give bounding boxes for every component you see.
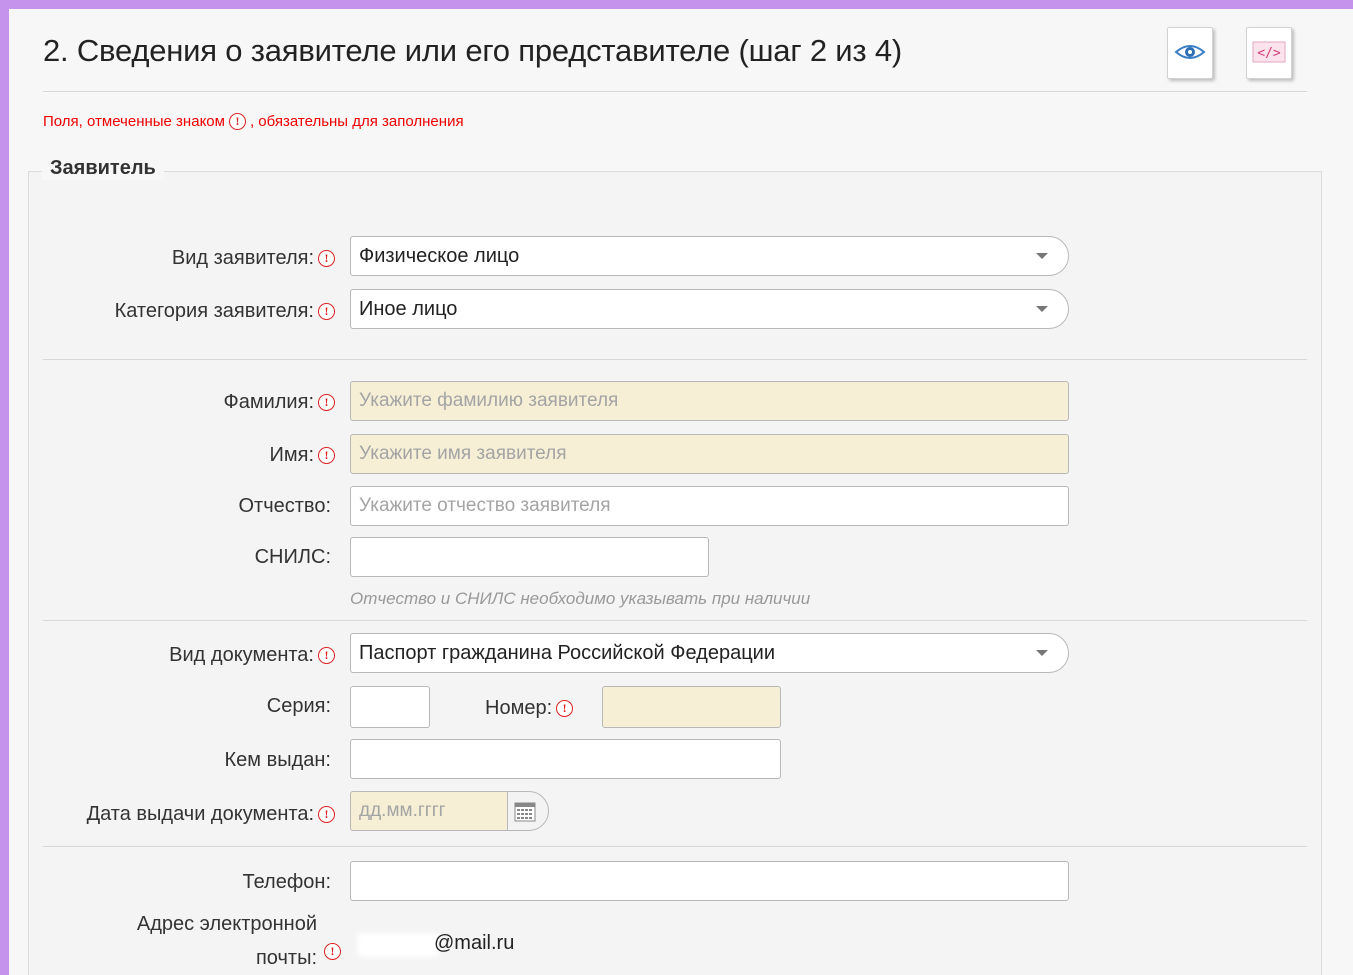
required-mark-icon: !	[318, 446, 335, 464]
snils-input[interactable]	[350, 537, 709, 577]
first-name-label: Имя: !	[269, 440, 335, 470]
last-name-label: Фамилия: !	[224, 387, 335, 417]
document-type-select[interactable]: Паспорт гражданина Российской Федерации	[350, 633, 1069, 673]
required-note-prefix: Поля, отмеченные знаком	[43, 113, 225, 130]
chevron-down-icon[interactable]	[1036, 650, 1048, 656]
last-name-placeholder: Укажите фамилию заявителя	[359, 390, 619, 411]
email-label-line2: почты:	[255, 947, 317, 969]
required-mark-icon: !	[318, 302, 335, 320]
required-mark-icon: !	[324, 943, 341, 960]
calendar-button[interactable]	[507, 791, 549, 831]
series-label-text: Серия:	[266, 694, 331, 717]
required-mark-icon: !	[228, 113, 246, 130]
patronymic-label-text: Отчество:	[238, 494, 332, 517]
phone-input[interactable]	[350, 861, 1069, 901]
applicant-type-select[interactable]: Физическое лицо	[350, 236, 1069, 276]
phone-label: Телефон:	[242, 867, 331, 897]
required-mark-icon: !	[318, 249, 335, 267]
patronymic-input[interactable]: Укажите отчество заявителя	[350, 486, 1069, 526]
section-divider	[43, 846, 1307, 847]
section-divider	[43, 359, 1307, 360]
snils-label-text: СНИЛС:	[254, 545, 331, 568]
applicant-type-label-text: Вид заявителя:	[171, 246, 314, 269]
series-label: Серия:	[267, 691, 331, 721]
calendar-icon	[514, 802, 536, 822]
snils-label: СНИЛС:	[255, 542, 331, 572]
number-label: Номер: !	[485, 693, 574, 723]
required-note-suffix: , обязательны для заполнения	[249, 113, 464, 130]
chevron-down-icon[interactable]	[1036, 253, 1048, 259]
issued-by-label-text: Кем выдан:	[224, 748, 331, 771]
email-label: Адрес электронной почты: !	[69, 913, 345, 975]
first-name-label-text: Имя:	[269, 443, 314, 466]
required-mark-icon: !	[556, 699, 574, 717]
section-divider	[43, 620, 1307, 621]
chevron-down-icon[interactable]	[1036, 306, 1048, 312]
email-label-line1: Адрес электронной	[136, 913, 317, 935]
series-input[interactable]	[350, 686, 430, 728]
document-type-label: Вид документа: !	[169, 640, 335, 670]
issued-by-input[interactable]	[350, 739, 781, 779]
applicant-category-select[interactable]: Иное лицо	[350, 289, 1069, 329]
applicant-type-label: Вид заявителя: !	[172, 243, 335, 273]
patronymic-label: Отчество:	[239, 491, 332, 521]
issue-date-label-text: Дата выдачи документа:	[86, 802, 314, 825]
required-mark-icon: !	[318, 805, 335, 823]
form-page: 2. Сведения о заявителе или его представ…	[9, 9, 1353, 975]
snils-hint: Отчество и СНИЛС необходимо указывать пр…	[350, 589, 811, 608]
email-value: @mail.ru	[434, 932, 515, 954]
applicant-type-value: Физическое лицо	[359, 244, 520, 267]
required-fields-note: Поля, отмеченные знаком ! , обязательны …	[43, 113, 464, 130]
svg-text:</>: </>	[1257, 46, 1281, 61]
first-name-input[interactable]: Укажите имя заявителя	[350, 434, 1069, 474]
applicant-category-label-text: Категория заявителя:	[114, 299, 314, 322]
last-name-label-text: Фамилия:	[223, 390, 314, 413]
issue-date-placeholder: дд.мм.гггг	[359, 800, 446, 821]
number-label-text: Номер:	[485, 696, 553, 719]
phone-label-text: Телефон:	[242, 870, 331, 893]
page-title: 2. Сведения о заявителе или его представ…	[43, 33, 903, 68]
issued-by-label: Кем выдан:	[225, 745, 331, 775]
document-type-label-text: Вид документа:	[169, 643, 314, 666]
code-document-icon[interactable]: </>	[1246, 27, 1292, 79]
document-type-value: Паспорт гражданина Российской Федерации	[359, 641, 775, 664]
last-name-input[interactable]: Укажите фамилию заявителя	[350, 381, 1069, 421]
required-mark-icon: !	[318, 393, 335, 411]
required-mark-icon: !	[318, 646, 335, 664]
applicant-category-value: Иное лицо	[359, 297, 458, 320]
patronymic-placeholder: Укажите отчество заявителя	[359, 495, 611, 516]
issue-date-label: Дата выдачи документа: !	[87, 799, 335, 829]
eye-document-icon[interactable]	[1167, 27, 1213, 79]
number-input[interactable]	[602, 686, 781, 728]
header-divider	[43, 91, 1307, 92]
fieldset-legend: Заявитель	[42, 157, 164, 180]
issue-date-input[interactable]: дд.мм.гггг	[350, 791, 508, 831]
redacted-email-username	[357, 933, 439, 957]
applicant-category-label: Категория заявителя: !	[115, 296, 335, 326]
first-name-placeholder: Укажите имя заявителя	[359, 443, 567, 464]
